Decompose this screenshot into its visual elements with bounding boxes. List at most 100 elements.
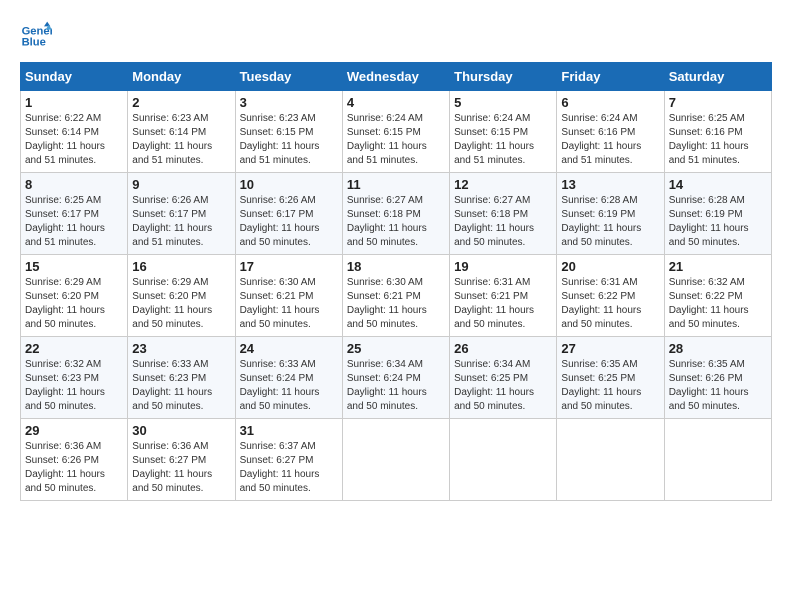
calendar-cell: 12 Sunrise: 6:27 AM Sunset: 6:18 PM Dayli…	[450, 173, 557, 255]
day-number: 27	[561, 341, 659, 356]
day-number: 22	[25, 341, 123, 356]
day-info: Sunrise: 6:32 AM Sunset: 6:23 PM Dayligh…	[25, 358, 123, 414]
calendar-cell: 26 Sunrise: 6:34 AM Sunset: 6:25 PM Dayli…	[450, 337, 557, 419]
day-number: 5	[454, 95, 552, 110]
day-number: 30	[132, 423, 230, 438]
day-info: Sunrise: 6:25 AM Sunset: 6:16 PM Dayligh…	[669, 112, 767, 168]
calendar-cell: 16Sunrise: 6:29 AM Sunset: 6:20 PM Dayli…	[128, 255, 235, 337]
day-number: 12	[454, 177, 552, 192]
calendar-cell: 8 Sunrise: 6:25 AM Sunset: 6:17 PM Daylig…	[21, 173, 128, 255]
day-number: 18	[347, 259, 445, 274]
day-info: Sunrise: 6:26 AM Sunset: 6:17 PM Dayligh…	[240, 194, 338, 250]
day-number: 4	[347, 95, 445, 110]
day-info: Sunrise: 6:30 AM Sunset: 6:21 PM Dayligh…	[240, 276, 338, 332]
logo-icon: General Blue	[20, 20, 52, 52]
calendar-cell	[664, 419, 771, 501]
day-info: Sunrise: 6:30 AM Sunset: 6:21 PM Dayligh…	[347, 276, 445, 332]
day-number: 17	[240, 259, 338, 274]
calendar-cell	[342, 419, 449, 501]
calendar-week-4: 22 Sunrise: 6:32 AM Sunset: 6:23 PM Dayli…	[21, 337, 772, 419]
calendar-cell	[557, 419, 664, 501]
day-info: Sunrise: 6:36 AM Sunset: 6:27 PM Dayligh…	[132, 440, 230, 496]
calendar-cell: 15 Sunrise: 6:29 AM Sunset: 6:20 PM Dayli…	[21, 255, 128, 337]
calendar-cell: 30 Sunrise: 6:36 AM Sunset: 6:27 PM Dayli…	[128, 419, 235, 501]
column-header-friday: Friday	[557, 63, 664, 91]
calendar-cell: 4 Sunrise: 6:24 AM Sunset: 6:15 PM Daylig…	[342, 91, 449, 173]
day-info: Sunrise: 6:28 AM Sunset: 6:19 PM Dayligh…	[669, 194, 767, 250]
calendar-cell: 14 Sunrise: 6:28 AM Sunset: 6:19 PM Dayli…	[664, 173, 771, 255]
day-info: Sunrise: 6:34 AM Sunset: 6:24 PM Dayligh…	[347, 358, 445, 414]
day-info: Sunrise: 6:33 AM Sunset: 6:23 PM Dayligh…	[132, 358, 230, 414]
calendar-cell: 29 Sunrise: 6:36 AM Sunset: 6:26 PM Dayli…	[21, 419, 128, 501]
day-number: 10	[240, 177, 338, 192]
day-number: 13	[561, 177, 659, 192]
day-info: Sunrise: 6:36 AM Sunset: 6:26 PM Dayligh…	[25, 440, 123, 496]
day-info: Sunrise: 6:37 AM Sunset: 6:27 PM Dayligh…	[240, 440, 338, 496]
day-number: 26	[454, 341, 552, 356]
calendar-week-2: 8 Sunrise: 6:25 AM Sunset: 6:17 PM Daylig…	[21, 173, 772, 255]
day-info: Sunrise: 6:31 AM Sunset: 6:21 PM Dayligh…	[454, 276, 552, 332]
day-info: Sunrise: 6:27 AM Sunset: 6:18 PM Dayligh…	[347, 194, 445, 250]
day-number: 19	[454, 259, 552, 274]
day-number: 16	[132, 259, 230, 274]
calendar-header-row: SundayMondayTuesdayWednesdayThursdayFrid…	[21, 63, 772, 91]
day-number: 31	[240, 423, 338, 438]
calendar-week-5: 29 Sunrise: 6:36 AM Sunset: 6:26 PM Dayli…	[21, 419, 772, 501]
day-number: 8	[25, 177, 123, 192]
column-header-tuesday: Tuesday	[235, 63, 342, 91]
calendar-cell: 31 Sunrise: 6:37 AM Sunset: 6:27 PM Dayli…	[235, 419, 342, 501]
calendar-table: SundayMondayTuesdayWednesdayThursdayFrid…	[20, 62, 772, 501]
calendar-cell: 17 Sunrise: 6:30 AM Sunset: 6:21 PM Dayli…	[235, 255, 342, 337]
day-number: 9	[132, 177, 230, 192]
day-number: 29	[25, 423, 123, 438]
day-number: 6	[561, 95, 659, 110]
calendar-week-1: 1Sunrise: 6:22 AM Sunset: 6:14 PM Daylig…	[21, 91, 772, 173]
day-number: 20	[561, 259, 659, 274]
day-number: 2	[132, 95, 230, 110]
day-info: Sunrise: 6:24 AM Sunset: 6:15 PM Dayligh…	[347, 112, 445, 168]
calendar-cell: 19 Sunrise: 6:31 AM Sunset: 6:21 PM Dayli…	[450, 255, 557, 337]
day-number: 24	[240, 341, 338, 356]
calendar-cell: 1Sunrise: 6:22 AM Sunset: 6:14 PM Daylig…	[21, 91, 128, 173]
calendar-cell: 27 Sunrise: 6:35 AM Sunset: 6:25 PM Dayli…	[557, 337, 664, 419]
day-info: Sunrise: 6:35 AM Sunset: 6:25 PM Dayligh…	[561, 358, 659, 414]
day-info: Sunrise: 6:35 AM Sunset: 6:26 PM Dayligh…	[669, 358, 767, 414]
day-info: Sunrise: 6:32 AM Sunset: 6:22 PM Dayligh…	[669, 276, 767, 332]
calendar-cell	[450, 419, 557, 501]
day-number: 14	[669, 177, 767, 192]
calendar-cell: 6 Sunrise: 6:24 AM Sunset: 6:16 PM Daylig…	[557, 91, 664, 173]
day-info: Sunrise: 6:22 AM Sunset: 6:14 PM Dayligh…	[25, 112, 123, 168]
day-number: 11	[347, 177, 445, 192]
column-header-thursday: Thursday	[450, 63, 557, 91]
calendar-cell: 7 Sunrise: 6:25 AM Sunset: 6:16 PM Daylig…	[664, 91, 771, 173]
day-number: 7	[669, 95, 767, 110]
day-info: Sunrise: 6:28 AM Sunset: 6:19 PM Dayligh…	[561, 194, 659, 250]
calendar-cell: 28 Sunrise: 6:35 AM Sunset: 6:26 PM Dayli…	[664, 337, 771, 419]
calendar-cell: 3 Sunrise: 6:23 AM Sunset: 6:15 PM Daylig…	[235, 91, 342, 173]
day-info: Sunrise: 6:34 AM Sunset: 6:25 PM Dayligh…	[454, 358, 552, 414]
calendar-cell: 23 Sunrise: 6:33 AM Sunset: 6:23 PM Dayli…	[128, 337, 235, 419]
day-number: 21	[669, 259, 767, 274]
logo: General Blue	[20, 20, 56, 52]
day-info: Sunrise: 6:24 AM Sunset: 6:15 PM Dayligh…	[454, 112, 552, 168]
day-info: Sunrise: 6:33 AM Sunset: 6:24 PM Dayligh…	[240, 358, 338, 414]
day-info: Sunrise: 6:26 AM Sunset: 6:17 PM Dayligh…	[132, 194, 230, 250]
day-number: 23	[132, 341, 230, 356]
calendar-cell: 13 Sunrise: 6:28 AM Sunset: 6:19 PM Dayli…	[557, 173, 664, 255]
day-info: Sunrise: 6:29 AM Sunset: 6:20 PM Dayligh…	[25, 276, 123, 332]
column-header-saturday: Saturday	[664, 63, 771, 91]
calendar-cell: 20 Sunrise: 6:31 AM Sunset: 6:22 PM Dayli…	[557, 255, 664, 337]
calendar-cell: 11 Sunrise: 6:27 AM Sunset: 6:18 PM Dayli…	[342, 173, 449, 255]
page-header: General Blue	[20, 20, 772, 52]
day-number: 25	[347, 341, 445, 356]
day-number: 3	[240, 95, 338, 110]
day-info: Sunrise: 6:27 AM Sunset: 6:18 PM Dayligh…	[454, 194, 552, 250]
day-number: 15	[25, 259, 123, 274]
day-info: Sunrise: 6:24 AM Sunset: 6:16 PM Dayligh…	[561, 112, 659, 168]
calendar-cell: 24 Sunrise: 6:33 AM Sunset: 6:24 PM Dayli…	[235, 337, 342, 419]
day-info: Sunrise: 6:31 AM Sunset: 6:22 PM Dayligh…	[561, 276, 659, 332]
day-number: 28	[669, 341, 767, 356]
day-info: Sunrise: 6:23 AM Sunset: 6:15 PM Dayligh…	[240, 112, 338, 168]
column-header-monday: Monday	[128, 63, 235, 91]
day-info: Sunrise: 6:25 AM Sunset: 6:17 PM Dayligh…	[25, 194, 123, 250]
